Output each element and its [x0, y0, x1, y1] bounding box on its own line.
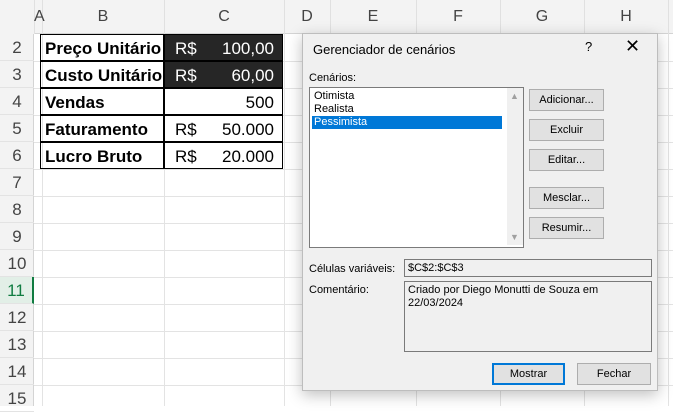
row-header-10[interactable]: 10	[0, 250, 34, 277]
currency-symbol: R$	[175, 120, 197, 139]
changing-cells-field: $C$2:$C$3	[404, 259, 652, 277]
cell-number: 20.000	[222, 147, 274, 166]
cell-b5-label[interactable]: Faturamento	[40, 115, 164, 142]
row-header-7[interactable]: 7	[0, 169, 34, 196]
list-item[interactable]: Pessimista	[312, 116, 502, 129]
list-item[interactable]: Otimista	[312, 90, 502, 103]
close-icon[interactable]: ✕	[625, 36, 640, 57]
row-header-2[interactable]: 2	[0, 34, 34, 61]
row-header-11[interactable]: 11	[0, 277, 34, 304]
row-header-14[interactable]: 14	[0, 358, 34, 385]
help-icon[interactable]: ?	[585, 39, 592, 54]
row-header-15[interactable]: 15	[0, 385, 34, 412]
gridline	[284, 34, 285, 406]
add-button[interactable]: Adicionar...	[529, 89, 604, 111]
row-header-13[interactable]: 13	[0, 331, 34, 358]
close-button[interactable]: Fechar	[577, 363, 651, 385]
cell-c4-value[interactable]: 500	[164, 88, 283, 115]
select-all-corner[interactable]	[0, 0, 35, 34]
column-header-b[interactable]: B	[42, 0, 165, 34]
currency-symbol: R$	[175, 147, 197, 166]
cell-c5-value[interactable]: R$ 50.000	[164, 115, 283, 142]
cell-c6-value[interactable]: R$ 20.000	[164, 142, 283, 169]
changing-cells-label: Células variáveis:	[309, 263, 396, 275]
delete-button[interactable]: Excluir	[529, 119, 604, 141]
cell-b6-label[interactable]: Lucro Bruto	[40, 142, 164, 169]
summary-button[interactable]: Resumir...	[529, 217, 604, 239]
show-button[interactable]: Mostrar	[492, 363, 565, 385]
comment-field: Criado por Diego Monutti de Souza em 22/…	[404, 281, 652, 352]
scenarios-listbox[interactable]: Otimista Realista Pessimista ▲ ▼	[309, 87, 524, 248]
cell-number: 60,00	[231, 66, 274, 85]
edit-button[interactable]: Editar...	[529, 149, 604, 171]
currency-symbol: R$	[175, 66, 197, 85]
column-header-c[interactable]: C	[164, 0, 285, 34]
column-header-h[interactable]: H	[584, 0, 669, 34]
row-header-6[interactable]: 6	[0, 142, 34, 169]
comment-label: Comentário:	[309, 284, 369, 296]
list-item[interactable]: Realista	[312, 103, 502, 116]
column-header-d[interactable]: D	[284, 0, 331, 34]
cell-c3-value[interactable]: R$ 60,00	[164, 61, 283, 88]
currency-symbol: R$	[175, 39, 197, 58]
scenarios-label: Cenários:	[309, 72, 357, 84]
cell-b4-label[interactable]: Vendas	[40, 88, 164, 115]
row-header-3[interactable]: 3	[0, 61, 34, 88]
row-header-bar: 2 3 4 5 6 7 8 9 10 11 12 13 14 15	[0, 34, 34, 412]
row-header-9[interactable]: 9	[0, 223, 34, 250]
row-header-12[interactable]: 12	[0, 304, 34, 331]
row-header-8[interactable]: 8	[0, 196, 34, 223]
cell-number: 50.000	[222, 120, 274, 139]
cell-c2-value[interactable]: R$ 100,00	[164, 34, 283, 61]
column-header-bar: A B C D E F G H	[0, 0, 673, 34]
column-header-f[interactable]: F	[416, 0, 501, 34]
cell-number: 500	[245, 93, 274, 112]
scenario-manager-dialog: Gerenciador de cenários ? ✕ Cenários: Ot…	[302, 33, 658, 391]
merge-button[interactable]: Mesclar...	[529, 187, 604, 209]
row-header-5[interactable]: 5	[0, 115, 34, 142]
column-header-g[interactable]: G	[500, 0, 585, 34]
row-header-4[interactable]: 4	[0, 88, 34, 115]
cell-number: 100,00	[222, 39, 274, 58]
scroll-up-arrow-icon[interactable]: ▲	[510, 91, 519, 101]
gridline	[668, 34, 669, 406]
cell-b3-label[interactable]: Custo Unitário	[40, 61, 164, 88]
dialog-title: Gerenciador de cenários	[313, 42, 456, 57]
column-header-e[interactable]: E	[330, 0, 417, 34]
scroll-down-arrow-icon[interactable]: ▼	[510, 232, 519, 242]
cell-b2-label[interactable]: Preço Unitário	[40, 34, 164, 61]
listbox-scrollbar[interactable]: ▲ ▼	[507, 88, 523, 245]
